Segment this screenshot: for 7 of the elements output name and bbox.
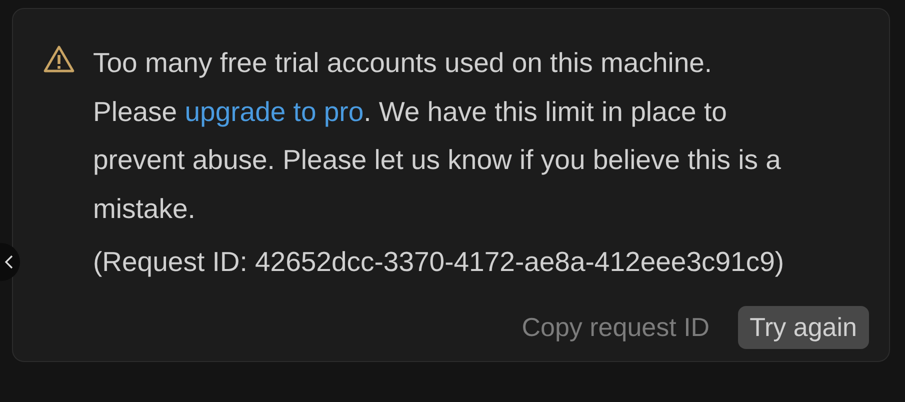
warning-icon [43,45,75,73]
request-id: (Request ID: 42652dcc-3370-4172-ae8a-412eee3c91c9) [93,245,786,279]
chevron-left-icon [4,254,14,270]
alert-message: Too many free trial accounts used on this machine. Please upgrade to pro. We have this limit in place to prevent abuse. Please let us know if you believe this is a mistake. [93,46,782,226]
upgrade-link[interactable]: upgrade to pro [184,96,364,126]
try-again-button[interactable]: Try again [738,306,869,348]
copy-button[interactable]: Copy request ID [510,306,722,348]
